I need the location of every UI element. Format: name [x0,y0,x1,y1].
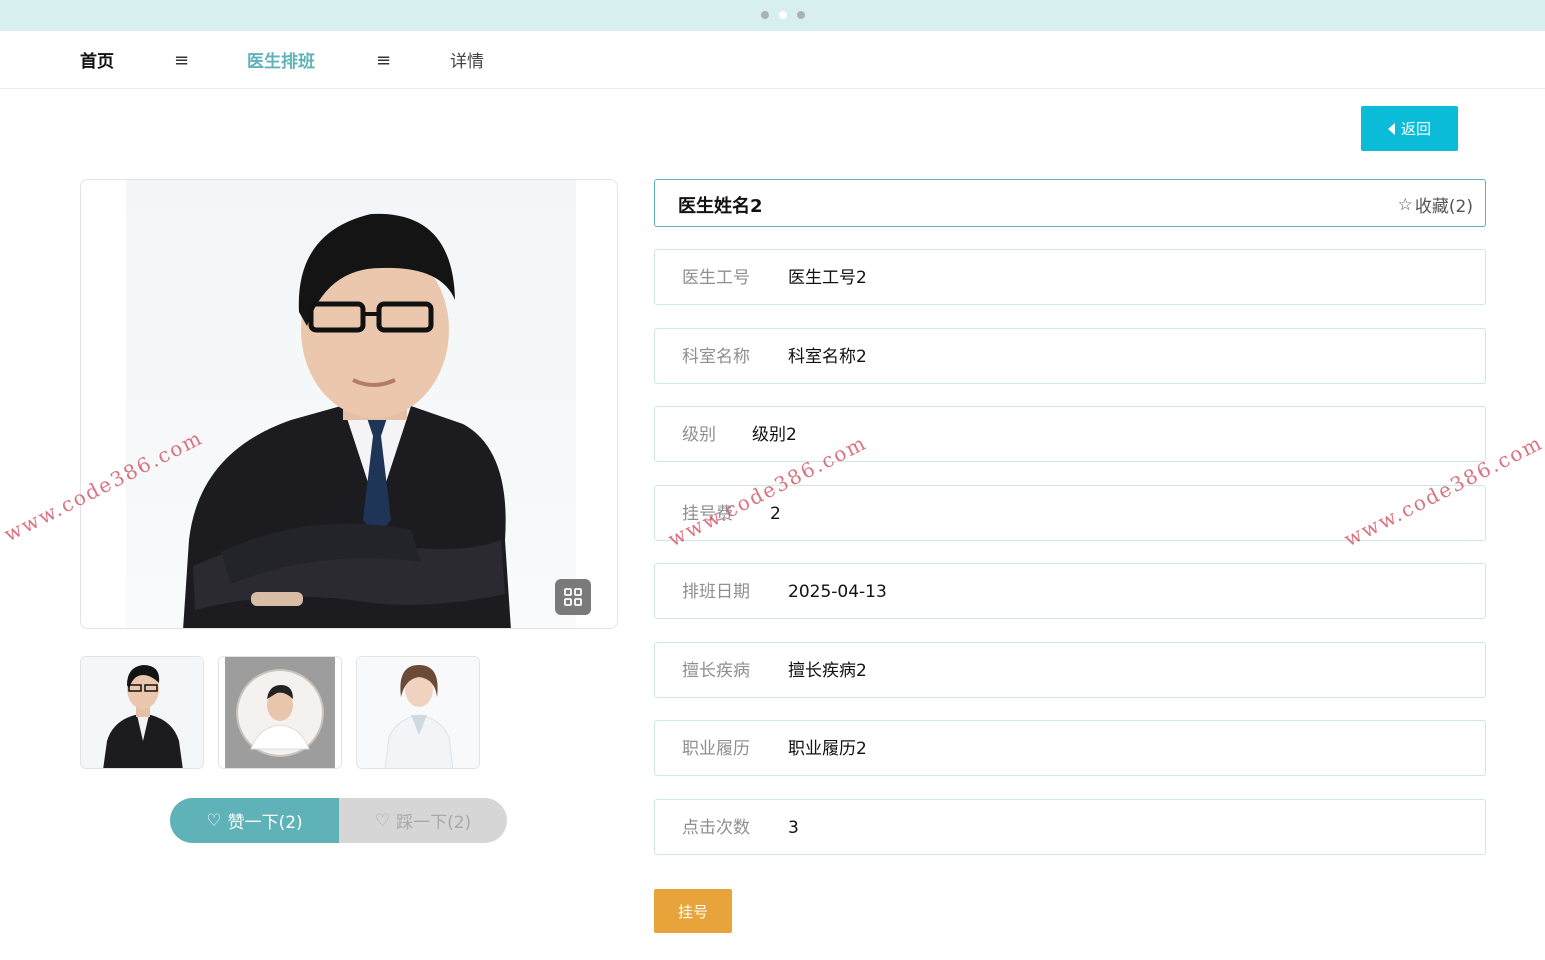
like-button[interactable]: ♡ 赞一下(2) [170,798,339,843]
breadcrumb-schedule[interactable]: 医生排班 [247,51,315,73]
breadcrumb-separator-icon: ≡ [174,50,190,71]
thumbnail-portrait [219,657,341,768]
dislike-button-label: 踩一下(2) [396,813,472,833]
field-value: 2025-04-13 [788,582,887,602]
field-career: 职业履历 职业履历2 [654,720,1486,776]
field-label: 点击次数 [682,818,750,838]
field-doctor-id: 医生工号 医生工号2 [654,249,1486,305]
like-button-label: 赞一下(2) [227,813,303,833]
thumbnail-2[interactable] [218,656,342,769]
breadcrumb-home[interactable]: 首页 [80,51,114,73]
carousel-dots [761,11,805,19]
favorite-button[interactable]: ☆ 收藏(2) [1397,192,1473,218]
doctor-name: 医生姓名2 [678,196,763,217]
breadcrumb: 首页 ≡ 医生排班 ≡ 详情 [0,31,1545,89]
field-label: 排班日期 [682,582,750,602]
field-value: 2 [770,504,781,524]
breadcrumb-detail: 详情 [450,52,484,72]
field-value: 擅长疾病2 [788,661,867,681]
field-label: 职业履历 [682,739,750,759]
doctor-name-header: 医生姓名2 ☆ 收藏(2) [654,179,1486,227]
gallery-expand-icon[interactable] [555,579,591,615]
field-schedule-date: 排班日期 2025-04-13 [654,563,1486,619]
thumbs-down-icon: ♡ [374,810,391,831]
favorite-label: 收藏(2) [1414,197,1473,217]
field-specialty: 擅长疾病 擅长疾病2 [654,642,1486,698]
field-label: 医生工号 [682,268,750,288]
carousel-dot-active[interactable] [779,11,787,19]
breadcrumb-separator-icon: ≡ [376,50,392,71]
top-carousel-bar [0,0,1545,31]
doctor-main-image[interactable] [80,179,618,629]
field-value: 级别2 [752,425,797,445]
field-level: 级别 级别2 [654,406,1486,462]
register-button[interactable]: 挂号 [654,889,732,933]
thumbnail-portrait [357,657,479,768]
field-label: 科室名称 [682,347,750,367]
back-button-label: 返回 [1400,120,1431,138]
thumbnail-3[interactable] [356,656,480,769]
field-value: 职业履历2 [788,739,867,759]
carousel-dot[interactable] [797,11,805,19]
vote-group: ♡ 赞一下(2) ♡ 踩一下(2) [170,798,507,843]
thumbnail-portrait [81,657,203,768]
dislike-button[interactable]: ♡ 踩一下(2) [339,798,507,843]
star-icon: ☆ [1397,194,1413,215]
back-button[interactable]: 返回 [1361,106,1458,151]
doctor-portrait [183,213,511,628]
field-value: 科室名称2 [788,347,867,367]
thumbnail-1[interactable] [80,656,204,769]
caret-left-icon [1387,122,1395,135]
field-label: 擅长疾病 [682,661,750,681]
thumbs-up-icon: ♡ [206,810,222,831]
carousel-dot[interactable] [761,11,769,19]
field-value: 医生工号2 [788,268,867,288]
field-label: 级别 [682,425,716,445]
field-value: 3 [788,818,799,838]
field-click-count: 点击次数 3 [654,799,1486,855]
field-department: 科室名称 科室名称2 [654,328,1486,384]
